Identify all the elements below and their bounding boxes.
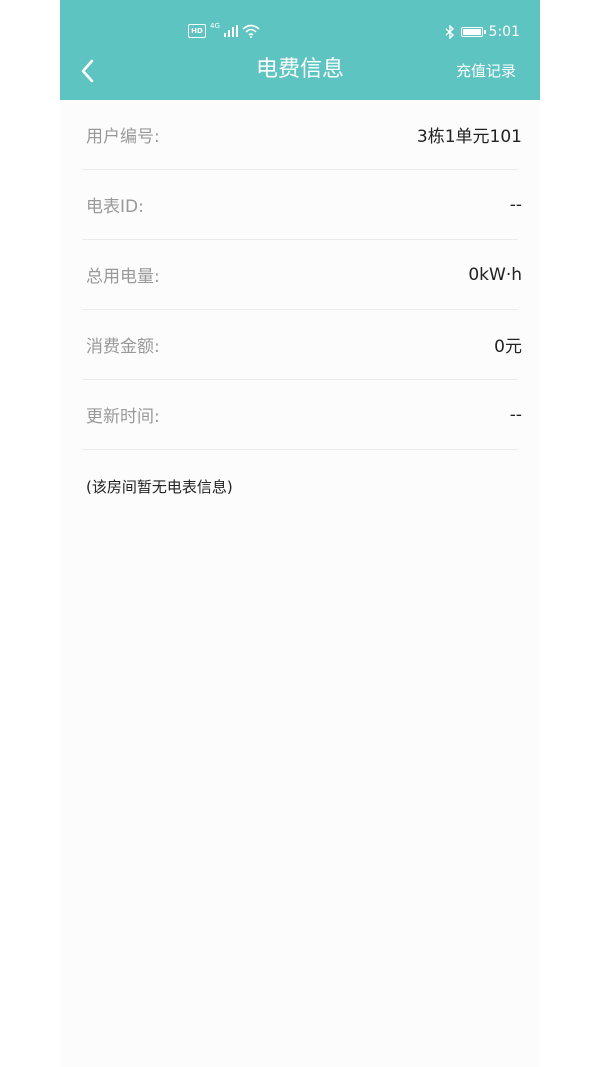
meter-id-value: -- <box>509 194 522 215</box>
update-time-value: -- <box>509 404 522 425</box>
status-left: HD 4G <box>188 21 260 38</box>
battery-icon <box>460 27 486 37</box>
no-meter-note: (该房间暂无电表信息) <box>86 478 233 496</box>
hd-label: HD <box>191 26 203 35</box>
signal-icon <box>223 25 238 37</box>
info-row-user-id: 用户编号: 3栋1单元101 <box>82 100 522 170</box>
bluetooth-icon <box>445 25 454 39</box>
network-label: 4G <box>210 21 220 30</box>
total-usage-value: 0kW·h <box>468 264 522 285</box>
recharge-records-link[interactable]: 充值记录 <box>456 60 516 82</box>
cost-value: 0元 <box>494 337 522 357</box>
nav-bar: 电费信息 充值记录 <box>60 48 540 96</box>
user-id-value: 3栋1单元101 <box>416 127 522 147</box>
cost-label: 消费金额: <box>86 337 160 357</box>
update-time-label: 更新时间: <box>86 407 160 427</box>
wifi-icon <box>242 24 260 38</box>
info-row-meter-id: 电表ID: -- <box>82 170 522 240</box>
info-row-cost: 消费金额: 0元 <box>82 310 522 380</box>
app-screen: HD 4G 5:01 电费信息 充值记录 用户编号: 3栋1单元101 电表ID… <box>60 0 540 1067</box>
hd-icon: HD <box>188 24 206 38</box>
status-bar: HD 4G 5:01 <box>60 22 540 48</box>
status-time: 5:01 <box>488 24 520 40</box>
total-usage-label: 总用电量: <box>86 267 160 287</box>
meter-info-list: 用户编号: 3栋1单元101 电表ID: -- 总用电量: 0kW·h 消费金额… <box>82 100 522 497</box>
battery-fill <box>462 29 481 35</box>
header: HD 4G 5:01 电费信息 充值记录 <box>60 0 540 100</box>
info-row-update-time: 更新时间: -- <box>82 380 522 450</box>
user-id-label: 用户编号: <box>86 127 160 147</box>
meter-id-label: 电表ID: <box>86 197 144 217</box>
info-row-total-usage: 总用电量: 0kW·h <box>82 240 522 310</box>
status-right: 5:01 <box>445 24 520 40</box>
